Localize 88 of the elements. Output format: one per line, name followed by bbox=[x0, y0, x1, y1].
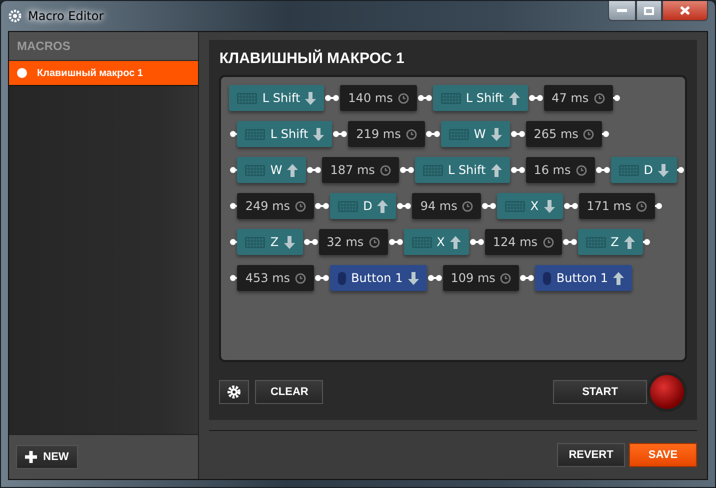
key-step[interactable]: Z bbox=[578, 229, 643, 255]
connector-icon bbox=[602, 130, 610, 138]
clock-icon bbox=[462, 200, 474, 212]
delay-step[interactable]: 265 ms bbox=[526, 121, 602, 147]
mouse-step[interactable]: Button 1 bbox=[330, 265, 427, 291]
settings-icon bbox=[227, 385, 242, 399]
minimize-icon bbox=[617, 9, 627, 12]
delay-step[interactable]: 187 ms bbox=[322, 157, 399, 183]
sidebar-heading: MACROS bbox=[17, 39, 70, 53]
plus-icon bbox=[25, 451, 38, 463]
mouse-step[interactable]: Button 1 bbox=[535, 265, 632, 291]
maximize-button[interactable] bbox=[636, 1, 662, 21]
connector-icon bbox=[314, 274, 330, 282]
clock-icon bbox=[542, 236, 554, 248]
key-step[interactable]: D bbox=[610, 157, 677, 183]
connector-icon bbox=[426, 274, 443, 282]
connector-icon bbox=[528, 94, 544, 102]
connector-icon bbox=[396, 202, 412, 210]
key-step[interactable]: L Shift bbox=[432, 85, 528, 111]
key-step[interactable]: L Shift bbox=[237, 121, 332, 147]
maximize-icon bbox=[644, 6, 654, 14]
connector-icon bbox=[642, 238, 651, 246]
clock-icon bbox=[295, 272, 306, 284]
clock-icon bbox=[295, 200, 306, 212]
delay-step[interactable]: 47 ms bbox=[544, 85, 613, 111]
key-step[interactable]: X bbox=[497, 193, 563, 219]
connector-icon bbox=[562, 202, 579, 210]
clock-icon bbox=[406, 128, 417, 140]
key-step[interactable]: Z bbox=[237, 229, 303, 255]
close-icon bbox=[680, 6, 690, 15]
window-title: Macro Editor bbox=[28, 9, 104, 23]
key-step[interactable]: W bbox=[237, 157, 306, 183]
clock-icon bbox=[500, 272, 512, 284]
delay-step[interactable]: 94 ms bbox=[412, 193, 482, 219]
new-button[interactable]: NEW bbox=[16, 445, 78, 469]
clock-icon bbox=[594, 92, 605, 104]
delay-step[interactable]: 453 ms bbox=[237, 265, 314, 291]
delay-step[interactable]: 16 ms bbox=[526, 157, 595, 183]
clock-icon bbox=[380, 164, 391, 176]
clear-button[interactable]: CLEAR bbox=[255, 380, 324, 404]
connector-icon bbox=[594, 166, 611, 174]
macro-name: Клавишный макрос 1 bbox=[37, 68, 143, 78]
start-button[interactable]: START bbox=[553, 380, 647, 404]
connector-icon bbox=[314, 202, 330, 210]
connector-icon bbox=[510, 166, 526, 174]
key-step[interactable]: L Shift bbox=[414, 157, 510, 183]
gear-logo-icon bbox=[8, 9, 22, 23]
connector-icon bbox=[398, 166, 415, 174]
connector-icon bbox=[302, 238, 319, 246]
close-button[interactable] bbox=[662, 1, 708, 21]
connector-icon bbox=[424, 130, 441, 138]
connector-icon bbox=[562, 238, 578, 246]
connector-icon bbox=[416, 94, 433, 102]
delay-step[interactable]: 249 ms bbox=[237, 193, 314, 219]
delay-step[interactable]: 124 ms bbox=[484, 229, 562, 255]
clock-icon bbox=[368, 236, 380, 248]
connector-icon bbox=[324, 94, 340, 102]
connector-icon bbox=[388, 238, 404, 246]
mouse-icon bbox=[338, 272, 346, 284]
connector-icon bbox=[468, 238, 485, 246]
settings-button[interactable] bbox=[219, 380, 250, 404]
delay-step[interactable]: 171 ms bbox=[578, 193, 656, 219]
connector-icon bbox=[481, 202, 498, 210]
delay-step[interactable]: 109 ms bbox=[442, 265, 520, 291]
connector-icon bbox=[510, 130, 526, 138]
key-step[interactable]: W bbox=[440, 121, 510, 147]
macro-title: КЛАВИШНЫЙ МАКРОС 1 bbox=[219, 50, 406, 67]
connector-icon bbox=[655, 202, 664, 210]
connector-icon bbox=[677, 166, 685, 174]
key-step[interactable]: X bbox=[404, 229, 469, 255]
revert-button[interactable]: REVERT bbox=[557, 443, 625, 467]
clock-icon bbox=[583, 128, 594, 140]
delay-step[interactable]: 219 ms bbox=[348, 121, 425, 147]
key-step[interactable]: L Shift bbox=[229, 85, 324, 111]
delay-step[interactable]: 32 ms bbox=[318, 229, 388, 255]
clock-icon bbox=[636, 200, 648, 212]
delay-step[interactable]: 140 ms bbox=[340, 85, 417, 111]
mouse-icon bbox=[543, 272, 552, 284]
connector-icon bbox=[306, 166, 322, 174]
clock-icon bbox=[398, 92, 409, 104]
status-dot bbox=[17, 68, 27, 78]
connector-icon bbox=[612, 94, 621, 102]
key-step[interactable]: D bbox=[330, 193, 396, 219]
minimize-button[interactable] bbox=[608, 1, 636, 21]
clock-icon bbox=[576, 164, 587, 176]
record-button[interactable] bbox=[647, 372, 687, 412]
connector-icon bbox=[519, 274, 536, 282]
connector-icon bbox=[332, 130, 348, 138]
